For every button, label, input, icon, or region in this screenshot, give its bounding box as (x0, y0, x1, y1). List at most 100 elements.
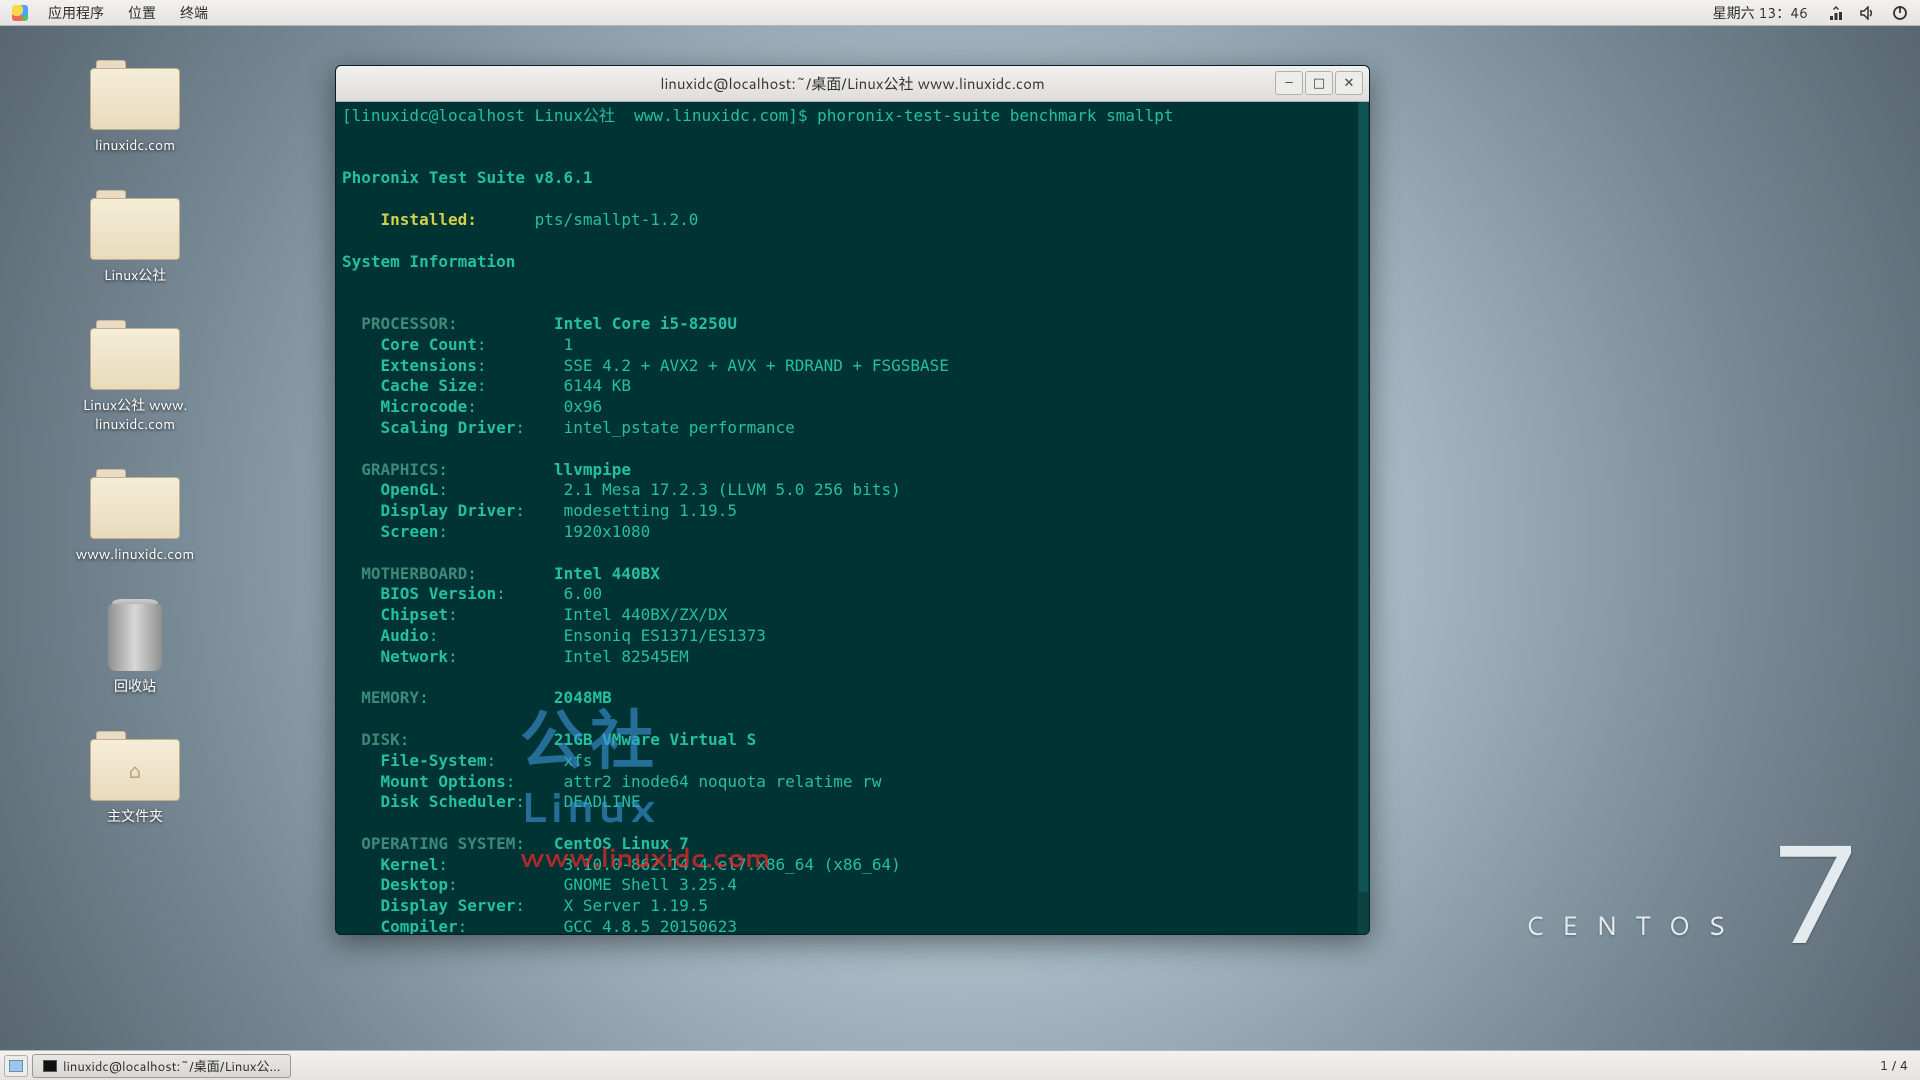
desktop-icon-folder[interactable]: Linux公社 (60, 190, 210, 284)
os-value: CentOS Linux 7 (554, 834, 689, 853)
desktop-icon-label: www.linuxidc.com (76, 545, 195, 563)
info-val: Intel 440BX/ZX/DX (564, 605, 728, 624)
info-key: Core Count (381, 335, 477, 354)
info-key: Audio (381, 626, 429, 645)
top-panel: 应用程序 位置 终端 星期六 13：46 (0, 0, 1920, 26)
folder-icon (90, 190, 180, 260)
info-key: BIOS Version (381, 584, 497, 603)
info-val: DEADLINE (564, 792, 641, 811)
desktop-icon-folder[interactable]: Linux公社 www. linuxidc.com (60, 320, 210, 432)
menu-terminal[interactable]: 终端 (170, 0, 218, 26)
memory-value: 2048MB (554, 688, 612, 707)
terminal-prompt: [linuxidc@localhost Linux公社 www.linuxidc… (342, 106, 817, 125)
minimize-button[interactable]: – (1275, 71, 1303, 95)
trash-icon (108, 599, 162, 671)
desktop-icon-folder[interactable]: www.linuxidc.com (60, 469, 210, 563)
info-val: 0x96 (564, 397, 603, 416)
info-key: Scaling Driver (381, 418, 516, 437)
info-key: Disk Scheduler (381, 792, 516, 811)
info-key: Network (381, 647, 448, 666)
info-val: 1920x1080 (564, 522, 651, 541)
power-icon[interactable] (1886, 0, 1914, 26)
centos-number: 7 (1771, 820, 1860, 960)
show-desktop-button[interactable] (4, 1055, 28, 1077)
system-info-header: System Information (342, 252, 515, 271)
taskbar: linuxidc@localhost:~/桌面/Linux公... 1 / 4 (0, 1050, 1920, 1080)
desktop-icon-trash[interactable]: 回收站 (60, 599, 210, 695)
info-val: 1 (564, 335, 574, 354)
window-titlebar[interactable]: linuxidc@localhost:~/桌面/Linux公社 www.linu… (336, 66, 1369, 102)
close-button[interactable]: ✕ (1335, 71, 1363, 95)
desktop-icons: linuxidc.com Linux公社 Linux公社 www. linuxi… (60, 60, 210, 825)
installed-label: Installed: (381, 210, 477, 229)
info-val: X Server 1.19.5 (564, 896, 709, 915)
folder-icon (90, 60, 180, 130)
terminal-window: linuxidc@localhost:~/桌面/Linux公社 www.linu… (335, 65, 1370, 935)
disk-value: 21GB VMware Virtual S (554, 730, 756, 749)
processor-value: Intel Core i5-8250U (554, 314, 737, 333)
info-val: GCC 4.8.5 20150623 (564, 917, 737, 934)
info-val: xfs (564, 751, 593, 770)
window-title: linuxidc@localhost:~/桌面/Linux公社 www.linu… (660, 73, 1044, 94)
desktop-icon-label: Linux公社 (104, 266, 167, 284)
info-val: 6144 KB (564, 376, 631, 395)
network-icon[interactable] (1822, 0, 1850, 26)
info-key: Desktop (381, 875, 448, 894)
desktop-icon-folder[interactable]: linuxidc.com (60, 60, 210, 154)
info-val: attr2 inode64 noquota relatime rw (564, 772, 882, 791)
info-val: 6.00 (564, 584, 603, 603)
info-val: Intel 82545EM (564, 647, 689, 666)
info-val: GNOME Shell 3.25.4 (564, 875, 737, 894)
info-val: intel_pstate performance (564, 418, 795, 437)
logo-icon[interactable] (6, 0, 34, 26)
desktop-icon-home[interactable]: ⌂ 主文件夹 (60, 731, 210, 825)
centos-branding: CENTOS 7 (1525, 820, 1860, 960)
section-disk: DISK (361, 730, 400, 749)
info-key: File-System (381, 751, 487, 770)
info-key: Compiler (381, 917, 458, 934)
taskbar-item-label: linuxidc@localhost:~/桌面/Linux公... (63, 1056, 280, 1076)
terminal-scrollbar[interactable] (1357, 102, 1369, 934)
info-key: Mount Options (381, 772, 506, 791)
terminal-command: phoronix-test-suite benchmark smallpt (817, 106, 1173, 125)
terminal-icon (43, 1060, 57, 1072)
info-val: SSE 4.2 + AVX2 + AVX + RDRAND + FSGSBASE (564, 356, 949, 375)
scrollbar-thumb[interactable] (1359, 102, 1368, 892)
desktop-icon-label: 主文件夹 (107, 807, 163, 825)
volume-icon[interactable] (1854, 0, 1882, 26)
graphics-value: llvmpipe (554, 460, 631, 479)
info-val: modesetting 1.19.5 (564, 501, 737, 520)
section-graphics: GRAPHICS (361, 460, 438, 479)
info-key: Screen (381, 522, 439, 541)
installed-value: pts/smallpt-1.2.0 (535, 210, 699, 229)
pts-version-line: Phoronix Test Suite v8.6.1 (342, 168, 592, 187)
info-key: Display Driver (381, 501, 516, 520)
info-key: Microcode (381, 397, 468, 416)
info-val: 3.10.0-862.14.4.el7.x86_64 (x86_64) (564, 855, 901, 874)
info-val: Ensoniq ES1371/ES1373 (564, 626, 766, 645)
info-val: 2.1 Mesa 17.2.3 (LLVM 5.0 256 bits) (564, 480, 901, 499)
motherboard-value: Intel 440BX (554, 564, 660, 583)
terminal-body[interactable]: [linuxidc@localhost Linux公社 www.linuxidc… (336, 102, 1369, 934)
info-key: Cache Size (381, 376, 477, 395)
home-folder-icon: ⌂ (90, 731, 180, 801)
centos-word: CENTOS (1525, 908, 1743, 960)
info-key: Chipset (381, 605, 448, 624)
workspace-indicator[interactable]: 1 / 4 (1880, 1057, 1908, 1075)
section-os: OPERATING SYSTEM (361, 834, 515, 853)
clock[interactable]: 星期六 13：46 (1703, 0, 1818, 26)
section-memory: MEMORY (361, 688, 419, 707)
section-processor: PROCESSOR (361, 314, 448, 333)
taskbar-item-terminal[interactable]: linuxidc@localhost:~/桌面/Linux公... (32, 1054, 291, 1078)
desktop-icon-label: linuxidc.com (95, 136, 175, 154)
info-key: Extensions (381, 356, 477, 375)
menu-applications[interactable]: 应用程序 (38, 0, 114, 26)
folder-icon (90, 320, 180, 390)
menu-places[interactable]: 位置 (118, 0, 166, 26)
info-key: OpenGL (381, 480, 439, 499)
folder-icon (90, 469, 180, 539)
section-motherboard: MOTHERBOARD (361, 564, 467, 583)
maximize-button[interactable]: □ (1305, 71, 1333, 95)
info-key: Kernel (381, 855, 439, 874)
info-key: Display Server (381, 896, 516, 915)
